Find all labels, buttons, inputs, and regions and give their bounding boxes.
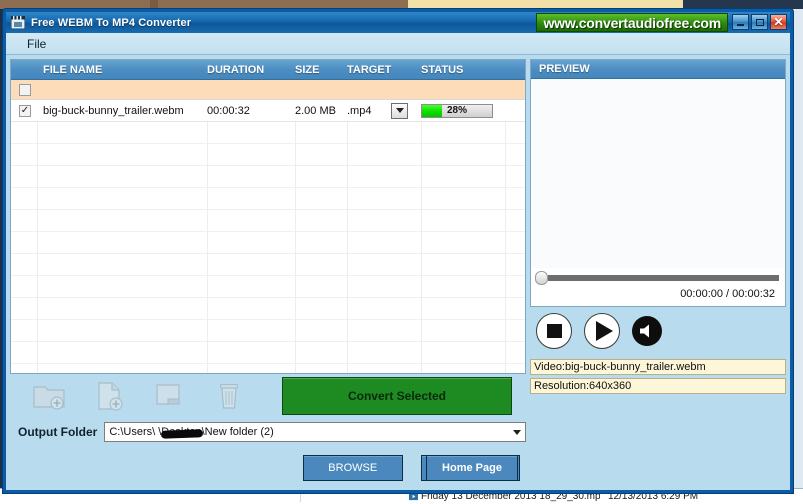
progress-percent-label: 28% [446,105,467,116]
minimize-button[interactable] [732,14,749,30]
right-column: PREVIEW 00:00:00 / 00:00:32 Video:big-bu… [530,59,786,490]
column-header-duration[interactable]: DURATION [207,64,295,76]
document-icon[interactable] [152,380,186,412]
browse-label: BROWSE [328,462,378,474]
column-header-target[interactable]: TARGET [347,64,421,76]
window-controls: ✕ [732,14,787,30]
select-all-row[interactable] [11,80,525,100]
close-button[interactable]: ✕ [770,14,787,30]
film-clapper-icon [11,16,25,29]
add-folder-icon[interactable] [32,380,66,412]
bg-segment-cream [408,0,683,9]
play-icon [595,321,613,341]
maximize-icon [755,18,764,26]
row-checkbox-cell: ✓ [11,104,37,117]
chevron-down-icon [395,108,404,113]
column-header-status[interactable]: STATUS [421,64,505,76]
seek-slider-thumb[interactable] [535,271,548,285]
grid-line [295,122,296,373]
table-row[interactable]: ✓ big-buck-bunny_trailer.webm 00:00:32 2… [11,100,525,122]
window-body: FILE NAME DURATION SIZE TARGET STATUS ✓ [6,55,790,490]
progress-bar: 28% [421,103,493,118]
grid-line [37,122,38,373]
select-all-checkbox[interactable] [19,83,31,96]
target-format-label: .mp4 [347,104,372,117]
column-header-size[interactable]: SIZE [295,64,347,76]
browse-button[interactable]: BROWSE [303,455,403,481]
target-format-dropdown[interactable] [391,102,408,119]
cell-target: .mp4 [347,102,421,119]
right-column-filler [530,397,786,490]
convert-selected-button[interactable]: Convert Selected [282,377,512,415]
convert-selected-label: Convert Selected [347,389,447,403]
stop-icon [546,324,562,338]
grid-line [347,122,348,373]
toolbar: Convert Selected [10,374,526,418]
media-info-box: Video:big-buck-bunny_trailer.webm Resolu… [530,355,786,397]
seek-area: 00:00:00 / 00:00:32 [531,268,785,306]
bottom-button-row: BROWSE OPEN Home Page [10,446,526,490]
player-controls [530,307,786,355]
brand-banner[interactable]: www.convertaudiofree.com [536,13,728,32]
minimize-icon [737,24,744,26]
output-folder-label: Output Folder [18,425,98,439]
info-resolution-line: Resolution:640x360 [530,378,786,394]
brand-url-label: www.convertaudiofree.com [543,14,721,31]
trash-icon[interactable] [212,380,246,412]
checkmark-icon: ✓ [20,104,30,116]
bg-segment-navy [683,0,803,9]
background-window-strip [0,0,803,9]
speaker-icon [640,324,649,338]
file-list: FILE NAME DURATION SIZE TARGET STATUS ✓ [10,59,526,374]
grid-line [505,122,506,373]
file-list-empty-area[interactable] [11,122,525,373]
title-bar: Free WEBM To MP4 Converter www.convertau… [6,12,790,33]
column-header-file-name[interactable]: FILE NAME [37,64,207,76]
home-page-button[interactable]: Home Page [426,455,518,481]
row-checkbox[interactable]: ✓ [19,104,31,117]
cell-size: 2.00 MB [295,104,336,117]
menu-bar: File [6,33,790,55]
grid-line [207,122,208,373]
add-file-icon[interactable] [92,380,126,412]
maximize-button[interactable] [751,14,768,30]
preview-video-surface[interactable] [531,79,785,268]
info-video-line: Video:big-buck-bunny_trailer.webm [530,359,786,375]
preview-panel: PREVIEW 00:00:00 / 00:00:32 [530,59,786,307]
cell-status: 28% [421,103,505,118]
stop-button[interactable] [536,313,572,349]
file-list-header: FILE NAME DURATION SIZE TARGET STATUS [11,60,525,80]
output-folder-row: Output Folder C:\Users\ \Desktop\New fol… [10,418,526,446]
volume-button[interactable] [632,316,662,346]
preview-header: PREVIEW [531,60,785,79]
seek-slider[interactable] [535,271,779,285]
redaction-mark [161,429,204,439]
cell-file-name: big-buck-bunny_trailer.webm [43,104,184,117]
left-column: FILE NAME DURATION SIZE TARGET STATUS ✓ [10,59,526,490]
cell-duration: 00:00:32 [207,104,250,117]
preview-title: PREVIEW [539,63,590,75]
bg-segment-divider [150,0,158,9]
menu-item-file[interactable]: File [20,35,53,53]
window-title: Free WEBM To MP4 Converter [31,16,192,29]
home-page-label: Home Page [442,462,502,474]
bg-segment-brown [0,0,150,9]
bg-segment-brown-2 [158,0,408,9]
timecode-label: 00:00:00 / 00:00:32 [680,288,775,300]
play-button[interactable] [584,313,620,349]
chevron-down-icon [513,429,521,435]
seek-slider-track[interactable] [548,275,779,281]
video-file-icon [409,492,418,501]
application-window: Free WEBM To MP4 Converter www.convertau… [3,9,793,493]
output-folder-combobox[interactable]: C:\Users\ \Desktop\New folder (2) [104,422,526,442]
grid-line [421,122,422,373]
close-icon: ✕ [773,15,784,29]
